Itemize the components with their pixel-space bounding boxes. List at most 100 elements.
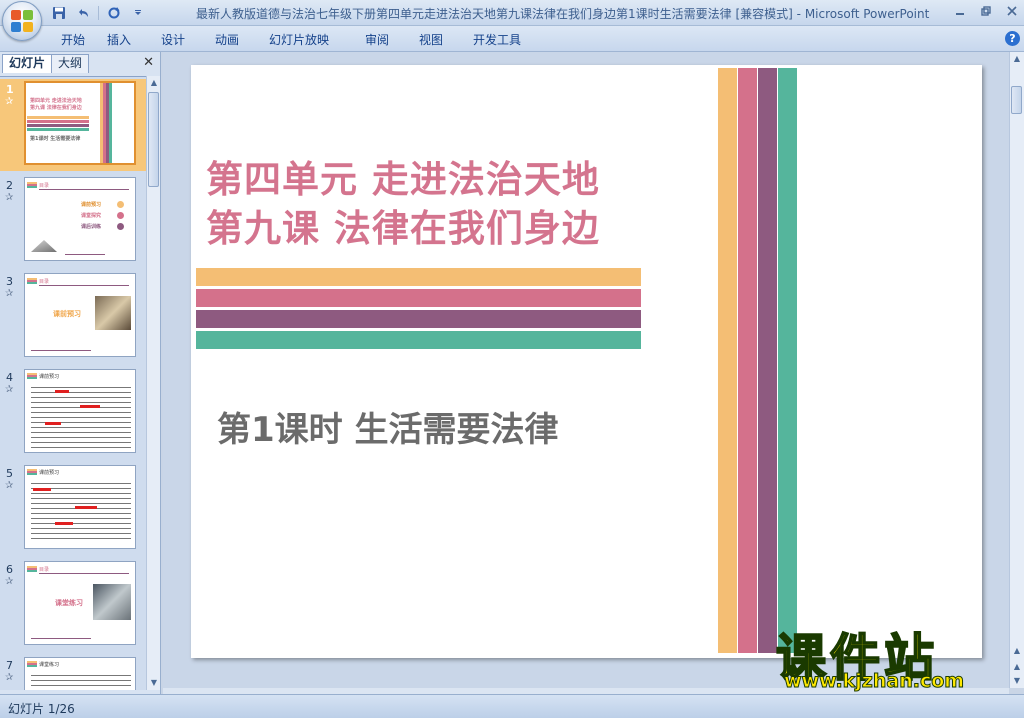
thumb-heading: 课前预习 (39, 470, 60, 476)
slide-subtitle[interactable]: 第1课时 生活需要法律 (217, 402, 559, 451)
thumb-subtitle: 第1课时 生活需要法律 (30, 136, 81, 142)
thumb-logo (27, 661, 37, 667)
window-title: 最新人教版道德与法治七年级下册第四单元走进法治天地第九课法律在我们身边第1课时生… (196, 5, 929, 22)
thumb-photo (95, 296, 131, 330)
tab-animations[interactable]: 动画 (204, 31, 258, 49)
close-panel-icon[interactable]: ✕ (143, 55, 154, 70)
watermark-url: www.kjzhan.com (783, 670, 965, 693)
tab-design[interactable]: 设计 (150, 31, 204, 49)
thumbnail-number: 5 (6, 467, 13, 480)
thumbnail-slide-5[interactable]: 5 ✰ 课前预习 (0, 463, 146, 555)
thumbnail-scrollbar[interactable]: ▲ ▼ (146, 76, 160, 690)
vstripe-pink (738, 68, 757, 653)
stripe-pink (196, 289, 641, 307)
thumb-highlight (45, 422, 61, 425)
thumb-line (39, 285, 129, 286)
status-bar: 幻灯片 1/26 (0, 694, 1024, 718)
slide-editor: 第四单元 走进法治天地 第九课 法律在我们身边 第1课时 生活需要法律 (163, 52, 1009, 688)
thumbnail-preview: 目录 课前预习 (24, 273, 136, 357)
toolbar-separator (98, 6, 99, 20)
thumb-heading: 课堂练习 (39, 662, 60, 668)
thumbnail-slide-3[interactable]: 3 ✰ 目录 课前预习 (0, 271, 146, 363)
thumb-stripe (27, 128, 89, 131)
thumbnail-number: 6 (6, 563, 13, 576)
slide-counter: 幻灯片 1/26 (8, 702, 75, 716)
thumbnail-preview: 课前预习 (24, 465, 136, 549)
tab-outline[interactable]: 大纲 (51, 54, 90, 73)
slide-title-line-2[interactable]: 第九课 法律在我们身边 (206, 198, 600, 252)
tab-home[interactable]: 开始 (50, 31, 96, 49)
vstripe-purple (758, 68, 777, 653)
thumb-line (39, 189, 129, 190)
slide-title-line-1[interactable]: 第四单元 走进法治天地 (206, 149, 600, 203)
thumb-dot (117, 212, 124, 219)
animation-star-icon: ✰ (5, 288, 14, 299)
thumb-logo (27, 469, 37, 475)
thumbnail-slide-4[interactable]: 4 ✰ 课前预习 (0, 367, 146, 459)
stripe-orange (196, 268, 641, 286)
tab-slides[interactable]: 幻灯片 (2, 54, 53, 73)
thumb-line (31, 350, 91, 351)
close-icon[interactable] (1004, 3, 1020, 19)
thumbnail-number: 7 (6, 659, 13, 672)
thumb-contents: 目录 (39, 567, 50, 573)
animation-star-icon: ✰ (5, 672, 14, 683)
help-icon[interactable]: ? (1005, 31, 1020, 46)
thumbnail-slide-1[interactable]: 1 ✰ 第四单元 走进法治天地 第九课 法律在我们身边 第1课时 生活需要法律 (0, 79, 146, 171)
thumbnail-slide-6[interactable]: 6 ✰ 目录 课堂练习 (0, 559, 146, 651)
office-logo-icon (11, 10, 33, 32)
title-bar: 最新人教版道德与法治七年级下册第四单元走进法治天地第九课法律在我们身边第1课时生… (0, 0, 1024, 26)
save-icon[interactable] (50, 4, 68, 22)
scroll-thumb[interactable] (1011, 86, 1022, 114)
chevron-down-icon[interactable] (129, 4, 147, 22)
tab-review[interactable]: 审阅 (354, 31, 408, 49)
stripe-purple (196, 310, 641, 328)
thumbnail-number: 3 (6, 275, 13, 288)
vstripe-orange (718, 68, 737, 653)
ribbon-tabs: 开始 插入 设计 动画 幻灯片放映 审阅 视图 开发工具 (50, 31, 536, 49)
undo-icon[interactable] (74, 4, 92, 22)
slide-canvas[interactable]: 第四单元 走进法治天地 第九课 法律在我们身边 第1课时 生活需要法律 (191, 65, 982, 658)
thumb-text-lines (31, 384, 131, 448)
restore-icon[interactable] (978, 3, 994, 19)
animation-star-icon: ✰ (5, 480, 14, 491)
thumb-label: 课前预习 (53, 310, 81, 318)
thumb-item-2: 课堂探究 (81, 213, 102, 219)
previous-slide-icon[interactable]: ▲ (1010, 660, 1024, 674)
tab-insert[interactable]: 插入 (96, 31, 150, 49)
ribbon: 开始 插入 设计 动画 幻灯片放映 审阅 视图 开发工具 ? (0, 26, 1024, 52)
scroll-down-icon[interactable]: ▼ (147, 676, 161, 690)
scroll-up-icon[interactable]: ▲ (1010, 644, 1024, 658)
next-slide-icon[interactable]: ▼ (1010, 674, 1024, 688)
thumb-contents: 目录 (39, 183, 50, 189)
thumb-highlight (55, 390, 69, 393)
thumb-stripe (27, 116, 89, 119)
panel-tabs: 幻灯片 大纲 (2, 54, 90, 74)
thumb-highlight (55, 522, 73, 525)
thumbnail-preview: 第四单元 走进法治天地 第九课 法律在我们身边 第1课时 生活需要法律 (24, 81, 136, 165)
thumb-highlight (75, 506, 97, 509)
thumbnail-slide-2[interactable]: 2 ✰ 目录 课前预习 课堂探究 课后训练 (0, 175, 146, 267)
scroll-up-icon[interactable]: ▲ (1010, 52, 1024, 66)
tab-developer[interactable]: 开发工具 (462, 31, 536, 49)
thumb-highlight (33, 488, 51, 491)
thumb-logo (27, 278, 37, 284)
thumb-dot (117, 223, 124, 230)
redo-icon[interactable] (105, 4, 123, 22)
thumb-stripe (27, 124, 89, 127)
minimize-icon[interactable] (952, 3, 968, 19)
window-controls (952, 3, 1020, 19)
thumb-logo (27, 182, 37, 188)
thumb-contents: 目录 (39, 279, 50, 285)
thumb-item-3: 课后训练 (81, 224, 102, 230)
editor-scrollbar[interactable]: ▲ ▲ ▲ ▼ (1009, 52, 1024, 688)
tab-slideshow[interactable]: 幻灯片放映 (258, 31, 354, 49)
thumbnail-slide-7[interactable]: 7 ✰ 课堂练习 (0, 655, 146, 690)
thumb-heading: 课前预习 (39, 374, 60, 380)
thumbnail-preview: 课堂练习 (24, 657, 136, 690)
scroll-up-icon[interactable]: ▲ (147, 76, 161, 90)
scroll-thumb[interactable] (148, 92, 159, 187)
office-button[interactable] (2, 1, 42, 41)
thumb-line (65, 254, 105, 255)
tab-view[interactable]: 视图 (408, 31, 462, 49)
